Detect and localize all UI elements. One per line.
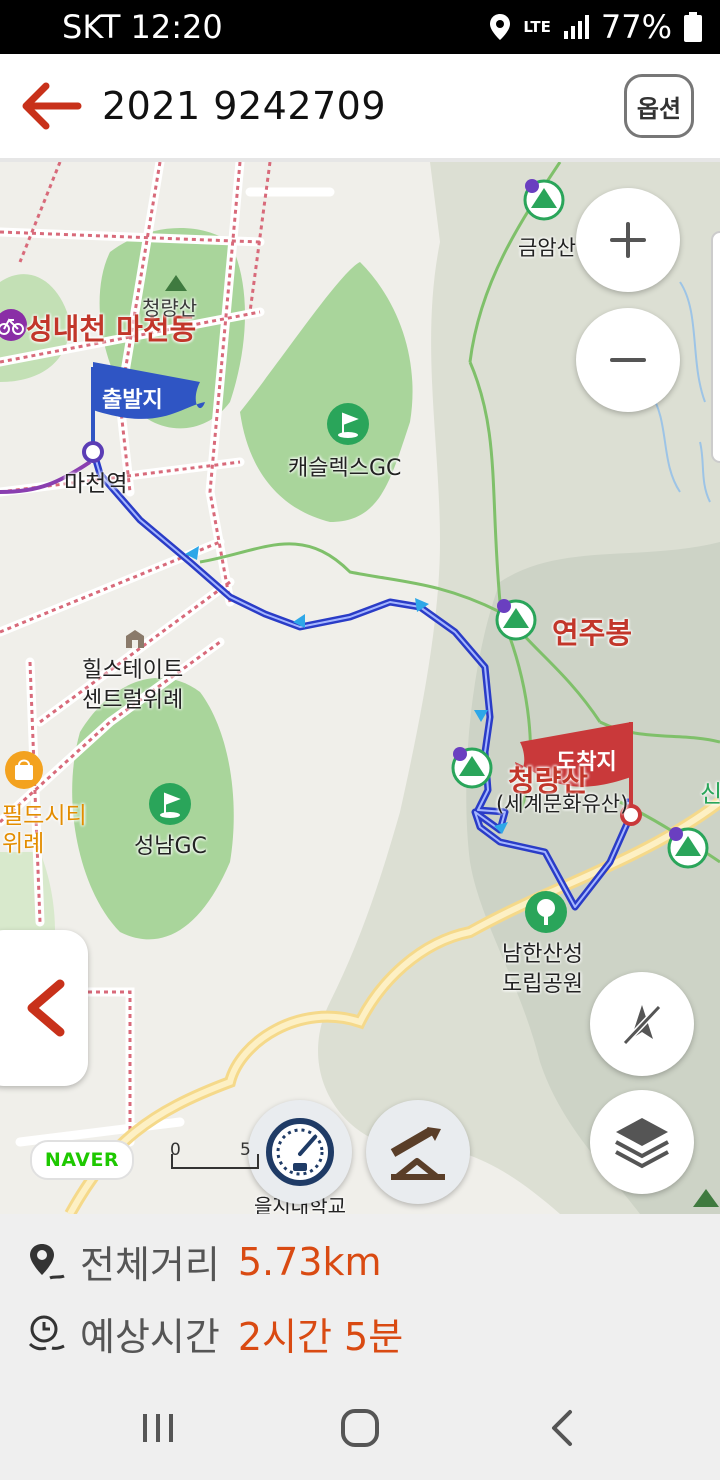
location-icon xyxy=(490,14,511,40)
time-row: 예상시간 2시간 5분 xyxy=(26,1306,403,1361)
map-label-shop-2[interactable]: 위례 xyxy=(2,824,44,858)
speedometer-icon xyxy=(266,1118,334,1186)
distance-pin-icon xyxy=(30,1243,65,1279)
layers-button[interactable] xyxy=(590,1090,694,1194)
compass-button[interactable] xyxy=(590,972,694,1076)
end-flag-label: 도착지 xyxy=(556,750,617,775)
time-clock-icon xyxy=(28,1315,65,1350)
status-icons: LTE 77% xyxy=(489,8,702,46)
map-label-east-cut: 신 xyxy=(700,780,720,808)
layers-icon xyxy=(615,1118,669,1169)
zoom-in-icon xyxy=(610,222,646,258)
map-label-apartment-2[interactable]: 센트럴위례 xyxy=(82,682,183,714)
battery-icon xyxy=(684,12,702,42)
elevation-button[interactable] xyxy=(366,1100,470,1204)
start-flag-label: 출발지 xyxy=(102,388,163,413)
time-value: 2시간 5분 xyxy=(237,1315,404,1359)
naver-logo: NAVER xyxy=(30,1140,134,1180)
map-label-golf-2[interactable]: 성남GC xyxy=(134,828,207,860)
map-label-park-1[interactable]: 남한산성 xyxy=(502,936,583,968)
map-label-geumam[interactable]: 금암산 xyxy=(518,232,576,262)
zoom-out-button[interactable] xyxy=(576,308,680,412)
map-scale: 0 5 xyxy=(170,1140,260,1170)
time-label: 예상시간 xyxy=(80,1315,220,1359)
scale-five: 5 xyxy=(240,1140,251,1160)
collapse-panel-icon xyxy=(27,979,65,1037)
map-label-apartment-1[interactable]: 힐스테이트 xyxy=(82,652,183,684)
mountain-icon[interactable] xyxy=(666,826,710,870)
map-label-peak-2-sub: (세계문화유산) xyxy=(496,792,629,816)
signal-icon xyxy=(563,15,589,39)
map-label-station[interactable]: 마천역 xyxy=(64,464,127,498)
map-label-park-2[interactable]: 도립공원 xyxy=(502,966,583,998)
home-icon[interactable] xyxy=(340,1408,380,1448)
mountain-icon[interactable] xyxy=(522,178,566,222)
distance-value: 5.73km xyxy=(237,1239,382,1284)
zoom-in-button[interactable] xyxy=(576,188,680,292)
page-title: 2021 9242709 xyxy=(102,84,387,128)
back-button[interactable] xyxy=(18,78,82,134)
scale-zero: 0 xyxy=(170,1140,181,1160)
map-label-cheong-partial: 청량산 xyxy=(142,296,198,320)
speedometer-button[interactable] xyxy=(248,1100,352,1204)
collapse-panel-button[interactable] xyxy=(0,930,88,1086)
zoom-out-icon xyxy=(610,358,646,362)
distance-label: 전체거리 xyxy=(80,1243,220,1287)
battery-percent: 77% xyxy=(600,8,672,46)
golf-icon[interactable] xyxy=(326,402,370,446)
mountain-icon[interactable] xyxy=(450,746,494,790)
mountain-small-icon xyxy=(165,275,187,291)
options-button[interactable]: 옵션 xyxy=(624,74,694,138)
route-summary: 전체거리 5.73km 예상시간 2시간 5분 xyxy=(0,1214,720,1374)
back-arrow-icon xyxy=(22,82,82,130)
status-bar: SKT 12:20 LTE 77% xyxy=(0,0,720,54)
distance-row: 전체거리 5.73km xyxy=(26,1234,381,1289)
network-type: LTE xyxy=(523,17,551,36)
map-label-golf-1[interactable]: 캐슬렉스GC xyxy=(288,450,401,482)
app-header: 2021 9242709 옵션 xyxy=(0,54,720,162)
mountain-icon[interactable] xyxy=(494,598,538,642)
nav-back-icon[interactable] xyxy=(548,1408,576,1448)
recent-apps-icon[interactable] xyxy=(140,1410,176,1446)
compass-off-icon xyxy=(622,1004,662,1046)
system-nav-bar xyxy=(0,1374,720,1480)
carrier-time: SKT 12:20 xyxy=(62,8,223,46)
park-icon[interactable] xyxy=(524,890,568,934)
bicycle-icon[interactable] xyxy=(0,308,28,342)
golf-icon[interactable] xyxy=(148,782,192,826)
building-icon xyxy=(126,630,144,648)
mountain-small-icon xyxy=(693,1189,719,1207)
elevation-icon xyxy=(390,1127,445,1180)
map-view[interactable]: 성내천 마천동 마천역 캐슬렉스GC 금암산 연주봉 힐스테이트 센트럴위례 필… xyxy=(0,162,720,1214)
map-label-peak-1[interactable]: 연주봉 xyxy=(552,610,632,652)
shopping-icon[interactable] xyxy=(4,750,44,790)
